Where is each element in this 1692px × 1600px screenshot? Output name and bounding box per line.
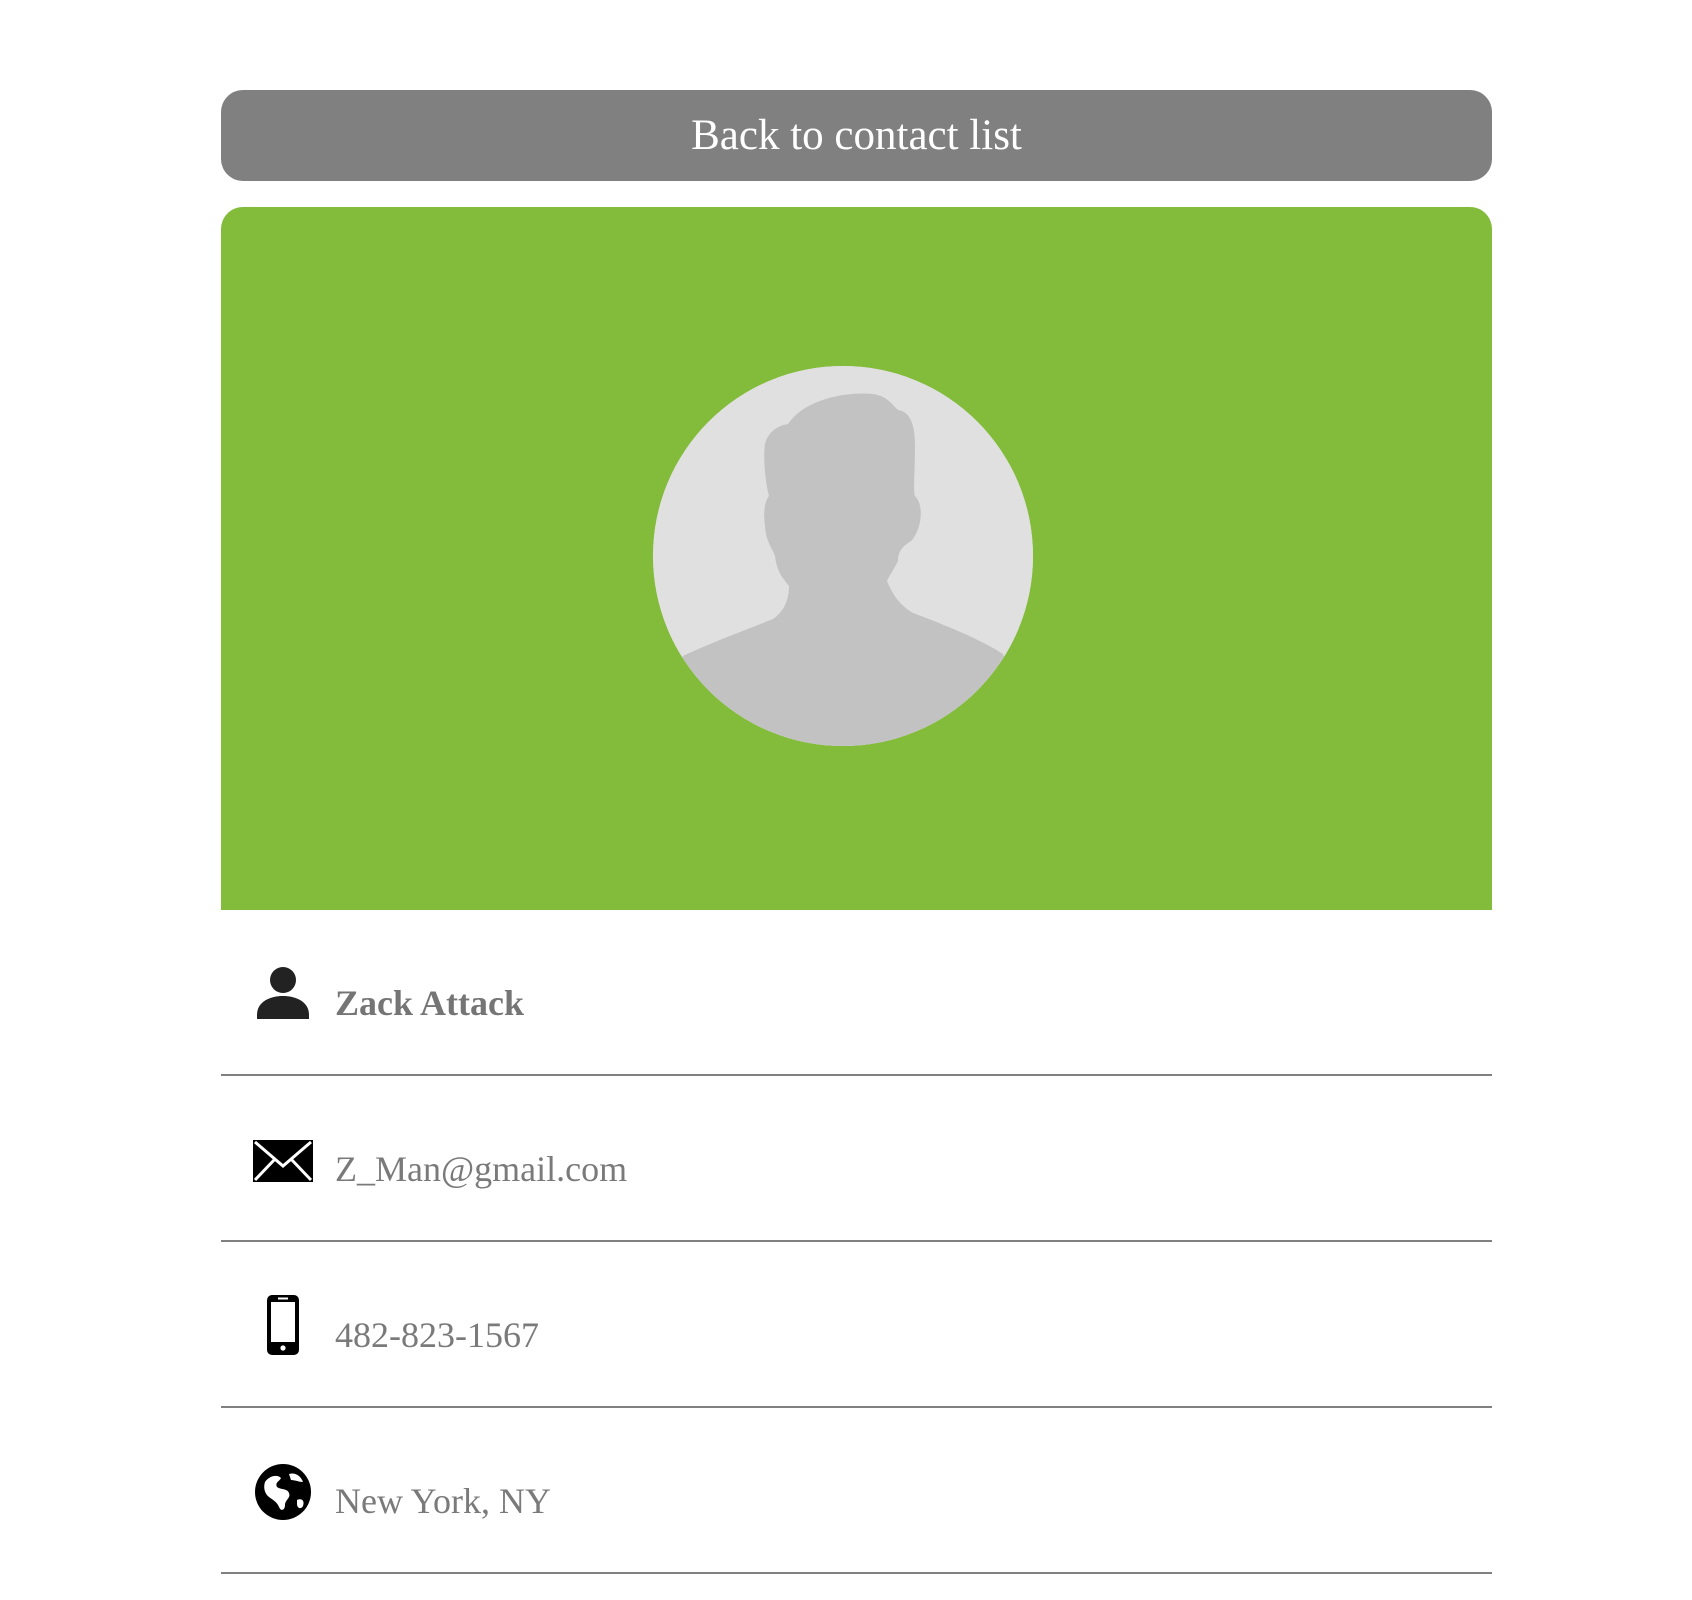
contact-location-row: New York, NY bbox=[221, 1408, 1492, 1574]
person-icon bbox=[251, 963, 315, 1027]
contact-name-row: Zack Attack bbox=[221, 910, 1492, 1076]
back-to-contact-list-button[interactable]: Back to contact list bbox=[221, 90, 1492, 181]
contact-phone-row: 482-823-1567 bbox=[221, 1242, 1492, 1408]
contact-email-row: Z_Man@gmail.com bbox=[221, 1076, 1492, 1242]
contact-header bbox=[221, 207, 1492, 910]
envelope-icon bbox=[251, 1128, 315, 1192]
globe-icon bbox=[251, 1460, 315, 1524]
mobile-phone-icon bbox=[251, 1294, 315, 1358]
contact-email[interactable]: Z_Man@gmail.com bbox=[335, 1148, 627, 1190]
avatar bbox=[653, 366, 1033, 746]
contact-location: New York, NY bbox=[335, 1481, 552, 1521]
contact-phone[interactable]: 482-823-1567 bbox=[335, 1314, 539, 1356]
contact-fields: Zack Attack Z_Man@gmail.com 482-823-1567… bbox=[221, 910, 1492, 1574]
person-silhouette-icon bbox=[653, 366, 1033, 746]
contact-name: Zack Attack bbox=[335, 983, 524, 1023]
contact-detail-page: Back to contact list Zack Attack Z_Man@g… bbox=[221, 90, 1492, 1574]
